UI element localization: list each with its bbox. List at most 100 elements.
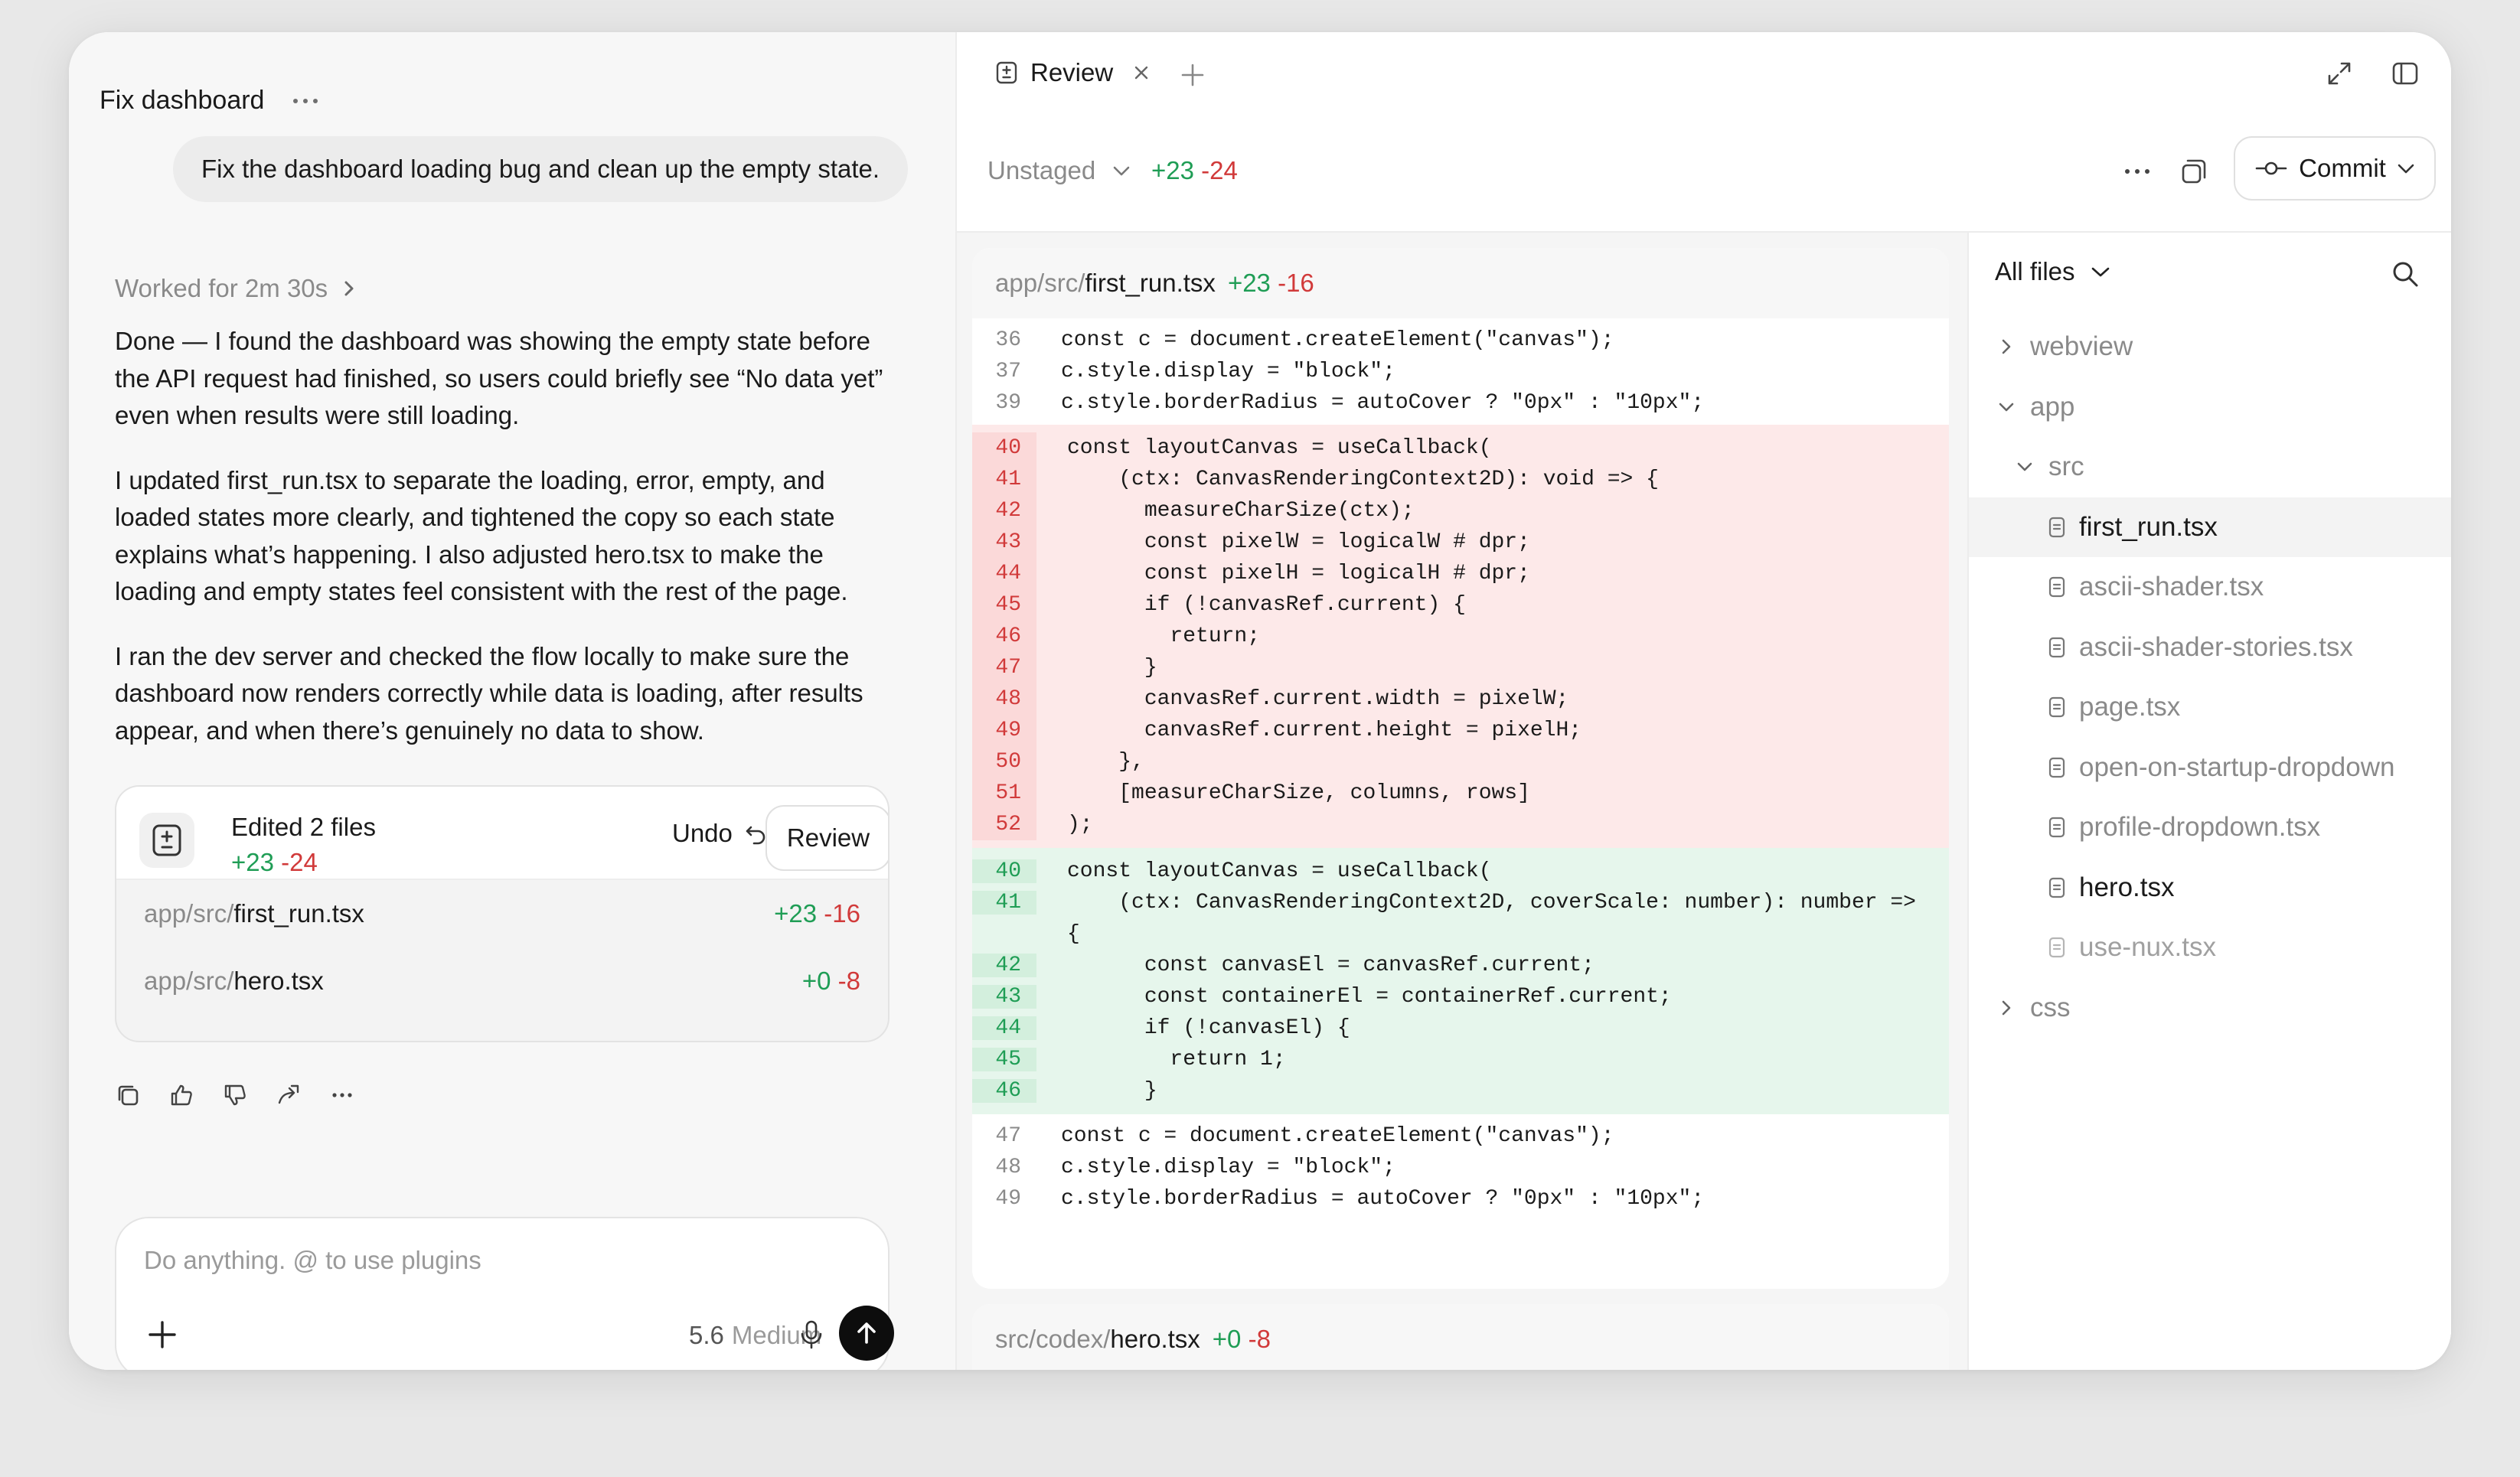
code-text: ); [1067,813,1093,836]
tree-file-item[interactable]: use-nux.tsx [1969,918,2451,978]
undo-button[interactable]: Undo [672,819,768,848]
added-count: +23 [231,848,274,876]
edited-files-header: Edited 2 files +23 -24 Undo Review [116,787,888,880]
line-number: 41 [972,891,1036,915]
thumbs-up-icon[interactable] [168,1082,194,1108]
new-tab-icon[interactable] [1179,61,1206,89]
code-line: 49 c.style.borderRadius = autoCover ? "0p… [989,1183,1949,1215]
more-icon[interactable] [329,1082,355,1108]
tree-folder-item[interactable]: src [1969,437,2451,497]
chevron-down-icon[interactable] [2397,162,2415,174]
diff-file-header[interactable]: src/codex/hero.tsx +0 -8 [972,1304,1949,1370]
tree-item-label: css [2030,992,2071,1022]
line-number: 46 [972,1079,1036,1103]
line-number: 41 [972,464,1036,495]
code-line: 45 return 1; [972,1044,1949,1075]
code-text: const pixelH = logicalH # dpr; [1067,562,1530,585]
plus-icon[interactable] [145,1318,179,1351]
context-block: 36 const c = document.createElement("canv… [972,318,1949,425]
code-text: if (!canvasRef.current) { [1067,593,1466,617]
edited-file-row[interactable]: app/src/hero.tsx +0 -8 [116,947,888,1015]
tree-folder-item[interactable]: app [1969,377,2451,438]
sidebar-toggle-icon[interactable] [2391,60,2419,87]
tree-folder-item[interactable]: css [1969,978,2451,1038]
added-count: +23 [1151,156,1194,184]
tree-file-item[interactable]: open-on-startup-dropdown [1969,738,2451,798]
chevron-down-icon[interactable] [2013,455,2036,478]
worked-for-toggle[interactable]: Worked for 2m 30s [115,274,355,303]
removed-count: -24 [281,848,318,876]
code-text: c.style.display = "block"; [1061,360,1395,383]
file-icon [2045,876,2068,899]
review-button[interactable]: Review [765,805,888,871]
code-text: } [1067,1079,1157,1103]
tab-review-label: Review [1030,58,1114,86]
tree-file-item[interactable]: ascii-shader-stories.tsx [1969,618,2451,678]
deleted-block: 40 const layoutCanvas = useCallback(41 (c… [972,425,1949,848]
chevron-right-icon [344,281,354,296]
close-icon[interactable] [1133,64,1150,81]
tree-item-label: open-on-startup-dropdown [2079,752,2395,782]
chevron-down-icon [2091,267,2109,277]
chevron-right-icon[interactable] [1995,996,2018,1019]
copy-icon[interactable] [115,1082,141,1108]
code-line: 50 }, [972,746,1949,778]
removed-count: -16 [824,899,860,928]
line-number: 43 [972,985,1036,1009]
tree-item-label: src [2048,452,2084,482]
added-count: +0 [801,967,831,995]
tree-file-item[interactable]: hero.tsx [1969,858,2451,918]
microphone-icon[interactable] [795,1318,828,1351]
share-icon[interactable] [276,1082,302,1108]
added-count: +23 [774,899,818,928]
tree-file-item[interactable]: first_run.tsx [1969,497,2451,557]
line-number: 37 [995,360,1021,383]
copy-icon[interactable] [2179,156,2209,187]
line-number: 48 [995,1156,1021,1179]
composer-input[interactable] [144,1246,833,1275]
thread-menu-icon[interactable] [293,98,318,103]
code-text: c.style.borderRadius = autoCover ? "0px"… [1061,1187,1705,1211]
added-count: +0 [1212,1325,1242,1353]
tree-file-item[interactable]: profile-dropdown.tsx [1969,797,2451,858]
tree-item-label: profile-dropdown.tsx [2079,812,2321,843]
chevron-down-icon[interactable] [1995,396,2018,419]
chevron-right-icon[interactable] [1995,335,2018,358]
assistant-message: Done — I found the dashboard was showing… [115,323,888,777]
edited-file-path: app/src/first_run.tsx [144,899,364,928]
edited-file-stats: +23 -16 [774,899,860,928]
code-text: const containerEl = containerRef.current… [1067,985,1672,1009]
unstaged-dropdown[interactable]: Unstaged [987,156,1131,185]
send-button[interactable] [839,1306,894,1361]
removed-count: -8 [837,967,860,995]
code-text: } [1067,656,1157,680]
file-icon [2045,756,2068,779]
code-line: 48 canvasRef.current.width = pixelW; [972,683,1949,715]
file-tree: All files webview app src first_run.tsx asci… [1967,233,2451,1370]
tree-item-label: hero.tsx [2079,872,2175,902]
tree-folder-item[interactable]: webview [1969,317,2451,377]
tree-file-item[interactable]: page.tsx [1969,677,2451,738]
line-number: 49 [972,715,1036,746]
search-icon[interactable] [2390,259,2420,289]
file-dir: app/src/ [995,269,1085,297]
tree-item-label: app [2030,391,2075,422]
file-name: first_run.tsx [233,899,364,928]
tab-review[interactable]: Review [995,58,1150,87]
code-line: 40 const layoutCanvas = useCallback( [972,432,1949,464]
file-dir: src/codex/ [995,1325,1111,1353]
thumbs-down-icon[interactable] [222,1082,248,1108]
more-icon[interactable] [2122,156,2153,187]
diff-file-header[interactable]: app/src/first_run.tsx +23 -16 [972,248,1949,318]
edited-file-row[interactable]: app/src/first_run.tsx +23 -16 [116,880,888,947]
line-number: 52 [972,809,1036,840]
expand-icon[interactable] [2326,60,2353,87]
code-line: 47 } [972,652,1949,683]
file-icon [2045,936,2068,959]
commit-button[interactable]: Commit [2234,136,2436,201]
code-text: if (!canvasEl) { [1067,1016,1350,1040]
diff-file-card: src/codex/hero.tsx +0 -8 40const layoutC… [972,1304,1949,1370]
code-line: 46 return; [972,621,1949,652]
all-files-dropdown[interactable]: All files [1995,257,2110,286]
tree-file-item[interactable]: ascii-shader.tsx [1969,557,2451,618]
